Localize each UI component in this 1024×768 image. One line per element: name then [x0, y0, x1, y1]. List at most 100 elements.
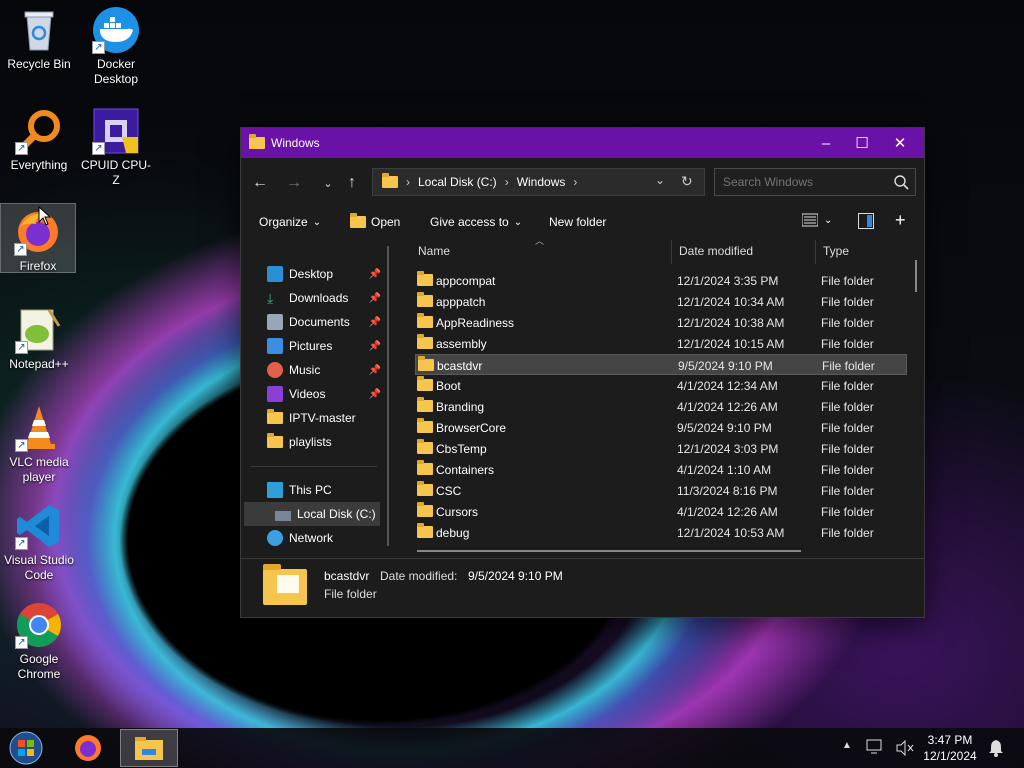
nav-item-music[interactable]: Music 📌 — [241, 358, 391, 382]
chrome-icon: ↗ — [15, 601, 63, 649]
file-row-bcastdvr[interactable]: bcastdvr 9/5/2024 9:10 PM File folder — [415, 354, 907, 375]
search-box[interactable] — [714, 168, 916, 196]
mouse-cursor-icon — [38, 206, 52, 226]
file-row-boot[interactable]: Boot 4/1/2024 12:34 AM File folder — [415, 375, 907, 396]
file-row-cursors[interactable]: Cursors 4/1/2024 12:26 AM File folder — [415, 501, 907, 522]
refresh-icon[interactable]: ↻ — [681, 173, 693, 190]
file-date-modified: 12/1/2024 10:38 AM — [677, 316, 785, 330]
address-dropdown-icon[interactable]: ⌄ — [655, 173, 665, 187]
file-name: apppatch — [436, 295, 486, 309]
add-button[interactable]: + — [895, 210, 906, 231]
column-divider[interactable] — [815, 240, 816, 264]
nav-item-iptv-master[interactable]: IPTV-master — [241, 406, 391, 430]
shortcut-arrow-icon: ↗ — [14, 243, 27, 256]
file-row-csc[interactable]: CSC 11/3/2024 8:16 PM File folder — [415, 480, 907, 501]
file-row-debug[interactable]: debug 12/1/2024 10:53 AM File folder — [415, 522, 907, 543]
column-header-date[interactable]: Date modified — [679, 240, 814, 262]
preview-pane-button[interactable] — [858, 213, 874, 229]
desktop-icon-docker[interactable]: ↗ Docker Desktop — [78, 6, 154, 87]
nav-item-downloads[interactable]: ⤓ Downloads 📌 — [241, 286, 391, 310]
nav-item-this-pc[interactable]: This PC — [241, 478, 391, 502]
shortcut-arrow-icon: ↗ — [15, 537, 28, 550]
desktop-icon-vlc[interactable]: ↗ VLC media player — [1, 404, 77, 485]
minimize-button[interactable]: – — [807, 128, 845, 158]
nav-item-videos[interactable]: Videos 📌 — [241, 382, 391, 406]
file-type: File folder — [821, 484, 874, 498]
breadcrumb-windows[interactable]: Windows — [517, 175, 566, 189]
nav-item-playlists[interactable]: playlists — [241, 430, 391, 454]
taskbar-firefox[interactable] — [68, 730, 108, 766]
vscode-icon: ↗ — [15, 502, 63, 550]
start-button[interactable] — [6, 730, 46, 766]
volume-muted-icon[interactable] — [896, 740, 914, 756]
search-input[interactable] — [723, 175, 883, 189]
column-header-type[interactable]: Type — [823, 240, 903, 262]
open-button[interactable]: Open — [350, 213, 400, 229]
monitor-icon — [267, 482, 283, 498]
nav-item-network[interactable]: Network — [241, 526, 391, 550]
forward-button[interactable]: → — [279, 168, 309, 198]
view-options-button[interactable]: ⌄ — [802, 213, 832, 227]
horizontal-scrollbar[interactable] — [417, 550, 801, 552]
organize-menu[interactable]: Organize ⌄ — [259, 215, 321, 229]
file-row-containers[interactable]: Containers 4/1/2024 1:10 AM File folder — [415, 459, 907, 480]
title-bar[interactable]: Windows – ☐ ✕ — [241, 128, 924, 158]
close-button[interactable]: ✕ — [881, 128, 919, 158]
file-row-branding[interactable]: Branding 4/1/2024 12:26 AM File folder — [415, 396, 907, 417]
file-row-appcompat[interactable]: appcompat 12/1/2024 3:35 PM File folder — [415, 270, 907, 291]
nav-item-pictures[interactable]: Pictures 📌 — [241, 334, 391, 358]
chevron-right-icon: › — [573, 175, 578, 189]
details-name: bcastdvr — [324, 569, 370, 583]
file-row-apppatch[interactable]: apppatch 12/1/2024 10:34 AM File folder — [415, 291, 907, 312]
taskbar-file-explorer[interactable] — [120, 729, 178, 767]
folder-icon — [417, 523, 433, 538]
vertical-scrollbar[interactable] — [915, 260, 917, 292]
file-name: CbsTemp — [436, 442, 487, 456]
pin-icon: 📌 — [368, 388, 381, 400]
nav-item-label: Downloads — [289, 291, 349, 305]
file-date-modified: 12/1/2024 3:35 PM — [677, 274, 779, 288]
network-status-icon[interactable] — [866, 739, 884, 755]
nav-scrollbar[interactable] — [387, 246, 389, 546]
desktop-icon-label: Firefox — [19, 259, 57, 273]
nav-item-label: This PC — [289, 483, 332, 497]
nav-item-label: Desktop — [289, 267, 334, 281]
nav-item-desktop[interactable]: Desktop 📌 — [241, 262, 391, 286]
back-button[interactable]: ← — [245, 168, 275, 198]
nav-item-label: Network — [289, 531, 334, 545]
clock-date[interactable]: 12/1/2024 — [922, 749, 978, 763]
desktop-icon-cpuz[interactable]: ↗ CPUID CPU-Z — [78, 107, 154, 188]
download-arrow-icon: ⤓ — [267, 290, 274, 306]
clock-time[interactable]: 3:47 PM — [922, 733, 978, 747]
desktop-icon-vscode[interactable]: ↗ Visual Studio Code — [1, 502, 77, 583]
file-date-modified: 4/1/2024 12:26 AM — [677, 505, 778, 519]
file-row-assembly[interactable]: assembly 12/1/2024 10:15 AM File folder — [415, 333, 907, 354]
nav-item-documents[interactable]: Documents 📌 — [241, 310, 391, 334]
file-row-appreadiness[interactable]: AppReadiness 12/1/2024 10:38 AM File folde… — [415, 312, 907, 333]
file-row-browsercore[interactable]: BrowserCore 9/5/2024 9:10 PM File folder — [415, 417, 907, 438]
nav-item-label: IPTV-master — [289, 411, 356, 425]
network-icon — [267, 530, 283, 546]
up-button[interactable]: ↑ — [337, 168, 367, 198]
give-access-menu[interactable]: Give access to ⌄ — [430, 215, 522, 229]
desktop-icon-everything[interactable]: ↗ Everything — [1, 107, 77, 173]
column-header-name[interactable]: Name — [418, 240, 668, 262]
address-bar[interactable]: › Local Disk (C:) › Windows › ⌄ ↻ — [372, 168, 705, 196]
breadcrumb-local-disk[interactable]: Local Disk (C:) — [418, 175, 497, 189]
file-name: AppReadiness — [436, 316, 515, 330]
command-bar: Organize ⌄ Open Give access to ⌄ New fol… — [241, 206, 924, 240]
show-hidden-icons-icon[interactable]: ▲ — [842, 740, 852, 751]
desktop-icon-chrome[interactable]: ↗ Google Chrome — [1, 601, 77, 682]
desktop-icon-notepadpp[interactable]: ↗ Notepad++ — [1, 306, 77, 372]
details-pane: bcastdvr Date modified: 9/5/2024 9:10 PM… — [241, 558, 924, 617]
desktop-icon-recycle-bin[interactable]: Recycle Bin — [1, 6, 77, 72]
folder-large-icon — [263, 564, 307, 605]
file-explorer-window[interactable]: Windows – ☐ ✕ ← → ⌄ ↑ › Local Disk (C:) … — [240, 127, 925, 618]
file-row-cbstemp[interactable]: CbsTemp 12/1/2024 3:03 PM File folder — [415, 438, 907, 459]
file-type: File folder — [821, 295, 874, 309]
nav-item-local-disk[interactable]: Local Disk (C:) — [244, 502, 380, 526]
new-folder-button[interactable]: New folder — [549, 215, 606, 229]
notification-bell-icon[interactable] — [988, 739, 1004, 757]
maximize-button[interactable]: ☐ — [843, 128, 881, 158]
column-divider[interactable] — [671, 240, 672, 264]
